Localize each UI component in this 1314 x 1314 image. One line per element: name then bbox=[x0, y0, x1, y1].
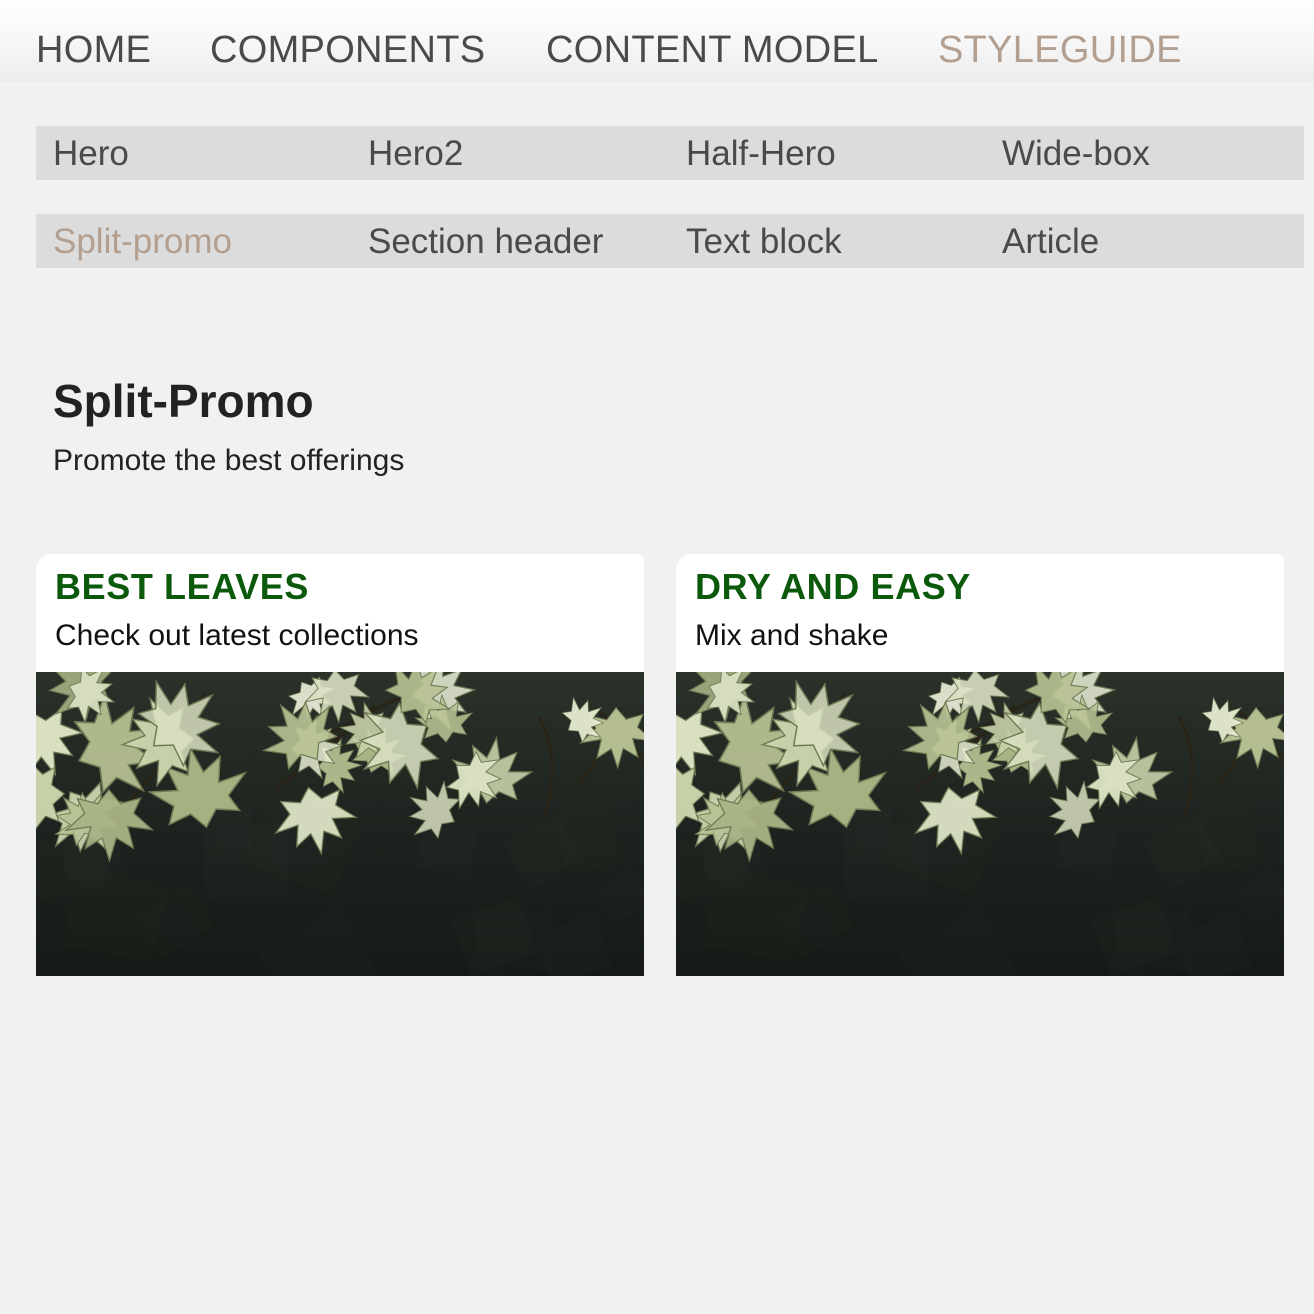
section-subtitle: Promote the best offerings bbox=[53, 444, 405, 477]
promo-subtitle: Check out latest collections bbox=[55, 619, 419, 652]
promo-card-header: BEST LEAVES Check out latest collections bbox=[36, 554, 644, 672]
subnav-item-section-header[interactable]: Section header bbox=[368, 222, 603, 262]
subnav-item-wide-box[interactable]: Wide-box bbox=[1002, 134, 1150, 174]
subnav-item-article[interactable]: Article bbox=[1002, 222, 1099, 262]
promo-title: DRY AND EASY bbox=[695, 566, 971, 607]
subnav-item-split-promo[interactable]: Split-promo bbox=[53, 222, 232, 262]
promo-image[interactable] bbox=[36, 672, 644, 976]
subnav-item-hero2[interactable]: Hero2 bbox=[368, 134, 463, 174]
leaves-photo-graphic bbox=[36, 672, 644, 976]
promo-card-dry-and-easy[interactable]: DRY AND EASY Mix and shake bbox=[676, 554, 1284, 976]
nav-item-content-model[interactable]: CONTENT MODEL bbox=[546, 28, 879, 72]
top-navigation: HOME COMPONENTS CONTENT MODEL STYLEGUIDE bbox=[0, 0, 1314, 82]
promo-card-header: DRY AND EASY Mix and shake bbox=[676, 554, 1284, 672]
nav-item-home[interactable]: HOME bbox=[36, 28, 151, 72]
section-title: Split-Promo bbox=[53, 375, 314, 427]
subnav-item-text-block[interactable]: Text block bbox=[686, 222, 842, 262]
subnav-item-half-hero[interactable]: Half-Hero bbox=[686, 134, 836, 174]
nav-item-components[interactable]: COMPONENTS bbox=[210, 28, 485, 72]
leaves-photo-graphic bbox=[676, 672, 1284, 976]
subnav-item-hero[interactable]: Hero bbox=[53, 134, 129, 174]
promo-image[interactable] bbox=[676, 672, 1284, 976]
promo-title: BEST LEAVES bbox=[55, 566, 309, 607]
component-subnav-row-1: Hero Hero2 Half-Hero Wide-box bbox=[36, 126, 1304, 180]
promo-card-best-leaves[interactable]: BEST LEAVES Check out latest collections bbox=[36, 554, 644, 976]
nav-item-styleguide[interactable]: STYLEGUIDE bbox=[938, 28, 1182, 72]
promo-subtitle: Mix and shake bbox=[695, 619, 889, 652]
component-subnav-row-2: Split-promo Section header Text block Ar… bbox=[36, 214, 1304, 268]
